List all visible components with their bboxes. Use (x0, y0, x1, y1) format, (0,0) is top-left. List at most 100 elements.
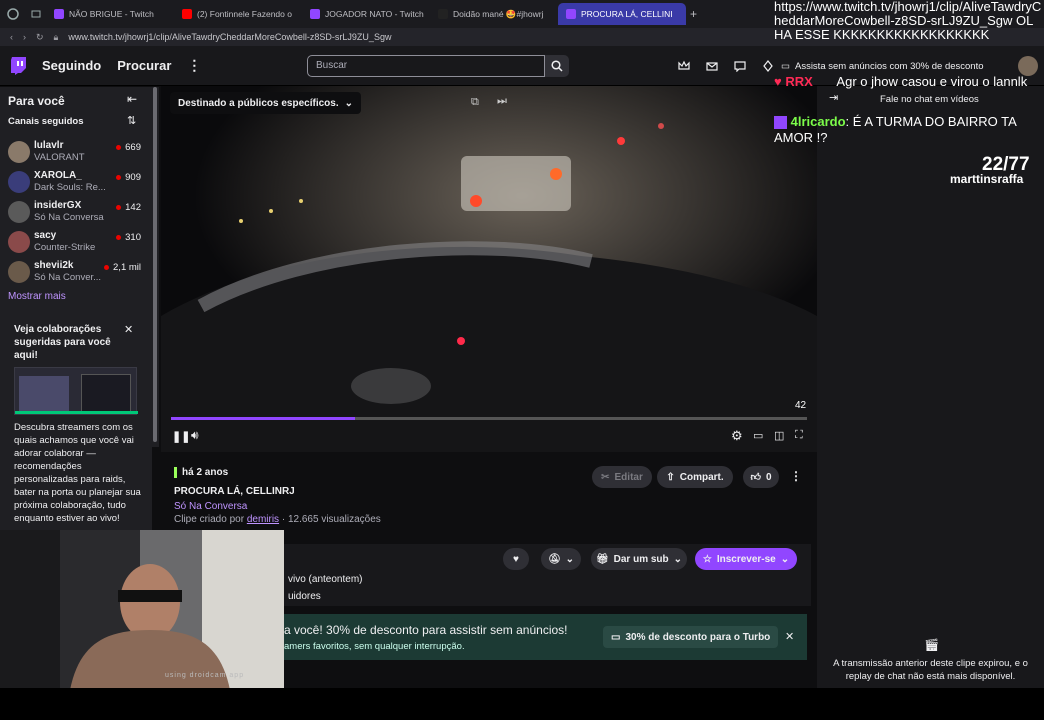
browser-tab[interactable]: NÃO BRIGUE - Twitch (46, 3, 174, 25)
chevron-down-icon: ⌄ (344, 97, 353, 109)
followers-text: uidores (288, 591, 321, 602)
edit-button[interactable]: ✂ Editar (592, 466, 652, 488)
collab-card: Veja colaborações sugeridas para você aq… (6, 313, 146, 532)
clip-category-link[interactable]: Só Na Conversa (174, 501, 247, 512)
settings-icon[interactable]: ⚙ (731, 428, 743, 444)
subscribe-button[interactable]: ☆ Inscrever-se ⌄ (695, 548, 797, 570)
chevron-down-icon: ⌄ (673, 553, 683, 565)
url-text[interactable]: www.twitch.tv/jhowrj1/clip/AliveTawdryCh… (68, 32, 391, 42)
sidebar-title: Para você (8, 94, 65, 108)
close-icon[interactable]: ✕ (124, 323, 133, 336)
browser-tab[interactable]: (2) Fontinnele Fazendo o (174, 3, 302, 25)
search-icon (551, 60, 563, 72)
more-menu-icon[interactable]: ⋮ (187, 57, 201, 74)
tab-label: Doidão mané 🤩#jhowrj (453, 8, 544, 19)
browser-logo-icon[interactable] (0, 8, 26, 20)
viewer-count-text: 142 (125, 202, 141, 213)
twitch-favicon-icon (310, 9, 320, 19)
pause-icon[interactable]: ❚❚ (172, 430, 190, 443)
next-clip-icon[interactable]: ⏭︎ (497, 95, 507, 108)
turbo-discount-button[interactable]: ▭ 30% de desconto para o Turbo (603, 626, 779, 648)
video-time: 42 (795, 400, 807, 411)
gift-sub-button[interactable]: 🎁︎ Dar um sub ⌄ (591, 548, 687, 570)
viewer-count: 142 (116, 202, 141, 213)
live-dot-icon (116, 204, 122, 210)
viewer-count-text: 669 (125, 142, 141, 153)
created-prefix: Clipe criado por (174, 514, 245, 525)
last-live-text: vivo (anteontem) (288, 574, 363, 585)
sidebar-channel[interactable]: shevii2k Só Na Conver... 2,1 mil (8, 259, 148, 287)
inbox-icon[interactable] (706, 60, 718, 72)
live-dot-icon (116, 144, 122, 150)
collapse-sidebar-icon[interactable]: ⇤ (127, 92, 137, 106)
close-icon[interactable]: ✕ (785, 630, 794, 643)
twitch-logo-icon[interactable] (10, 56, 26, 75)
search-input[interactable]: Buscar (307, 55, 545, 77)
nav-following[interactable]: Seguindo (42, 58, 101, 73)
heart-badge-icon: ♥ (774, 74, 782, 89)
browser-tab[interactable]: Doidão mané 🤩#jhowrj (430, 3, 558, 25)
tab-actions-icon[interactable] (26, 9, 46, 19)
tab-label: (2) Fontinnele Fazendo o (197, 9, 292, 19)
channel-category: VALORANT (34, 152, 85, 163)
channel-category: Dark Souls: Re... (34, 182, 106, 193)
section-followed-channels: Canais seguidos (8, 116, 84, 127)
more-options-icon[interactable]: ⋮ (790, 469, 802, 483)
search-button[interactable] (545, 55, 569, 77)
channel-name: shevii2k (34, 260, 74, 271)
video-frame (161, 86, 817, 452)
browser-tab-active[interactable]: PROCURA LÁ, CELLINI (558, 3, 686, 25)
crown-icon[interactable] (678, 60, 690, 72)
tv-icon: ▭ (611, 631, 621, 643)
reload-icon[interactable]: ↻ (36, 32, 44, 43)
channel-category: Só Na Conver... (34, 272, 102, 283)
twitch-favicon-icon (54, 9, 64, 19)
share-button[interactable]: ⇧ Compart. (657, 466, 733, 488)
viewer-count: 310 (116, 232, 141, 243)
notifications-button[interactable]: 🔕︎ ⌄ (541, 548, 581, 570)
sub-goal-user: marttinsraffa (950, 172, 1024, 186)
forward-icon[interactable]: › (23, 32, 26, 42)
live-dot-icon (104, 264, 110, 270)
whispers-icon[interactable] (734, 60, 746, 72)
browser-tab[interactable]: JOGADOR NATO - Twitch (302, 3, 430, 25)
tab-label: PROCURA LÁ, CELLINI (581, 9, 673, 19)
video-player[interactable]: Destinado a públicos específicos. ⌄ ⧉ ⏭︎ … (161, 86, 817, 452)
viewer-count-text: 909 (125, 172, 141, 183)
chevron-down-icon: ⌄ (780, 553, 790, 565)
sidebar-scrollbar[interactable] (152, 87, 159, 447)
lock-icon: 🔒︎ (53, 31, 59, 42)
like-button[interactable]: 👍︎ 0 (743, 466, 779, 488)
picture-in-picture-icon[interactable]: ⧉ (471, 96, 479, 109)
theater-mode-icon[interactable]: ◫ (774, 429, 784, 442)
new-tab-button[interactable]: + (690, 7, 697, 21)
audience-label[interactable]: Destinado a públicos específicos. ⌄ (170, 92, 361, 114)
volume-icon[interactable]: 🔊︎ (191, 428, 199, 443)
show-more-link[interactable]: Mostrar mais (8, 291, 66, 302)
edit-label: Editar (614, 471, 643, 483)
sidebar-channel[interactable]: lulavlr VALORANT 669 (8, 139, 148, 167)
sidebar-channel[interactable]: sacy Counter-Strike 310 (8, 229, 148, 257)
avatar (8, 171, 30, 193)
nav-browse[interactable]: Procurar (117, 58, 171, 73)
live-dot-icon (116, 174, 122, 180)
gift-icon: 🎁︎ (595, 553, 609, 565)
bell-off-icon: 🔕︎ (547, 553, 561, 565)
back-icon[interactable]: ‹ (10, 32, 13, 42)
sidebar-channel[interactable]: XAROLA_ Dark Souls: Re... 909 (8, 169, 148, 197)
youtube-favicon-icon (182, 9, 192, 19)
cast-icon[interactable]: ▭ (753, 429, 763, 442)
live-dot-icon (116, 234, 122, 240)
favorite-button[interactable]: ♥ (503, 548, 529, 570)
webcam-feed (0, 530, 284, 690)
sort-icon[interactable]: ⇅ (127, 114, 136, 127)
stream-chat-overlay: https://www.twitch.tv/jhowrj1/clip/Alive… (774, 0, 1044, 150)
bits-icon[interactable] (762, 60, 774, 72)
overlay-message-3: 4lricardo: É A TURMA DO BAIRRO TA AMOR !… (774, 114, 1040, 146)
progress-bar[interactable] (171, 417, 807, 420)
overlay-text: Agr o jhow casou e virou o lannlk (836, 74, 1028, 89)
sidebar-channel[interactable]: insiderGX Só Na Conversa 142 (8, 199, 148, 227)
fullscreen-icon[interactable]: ⛶ (795, 429, 803, 442)
like-count: 0 (765, 471, 772, 483)
creator-link[interactable]: demiris (247, 514, 279, 525)
